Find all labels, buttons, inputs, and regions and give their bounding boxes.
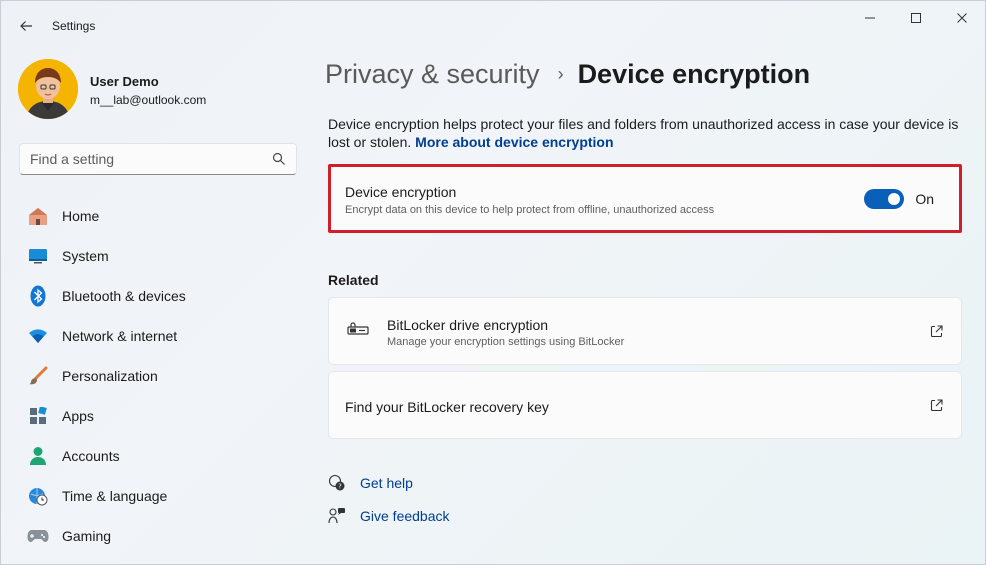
get-help-link[interactable]: ? Get help (328, 474, 413, 492)
device-encryption-card: Device encryption Encrypt data on this d… (328, 164, 962, 233)
account-icon (27, 445, 49, 467)
settings-window: Settings User Demo m__lab@outlook.com Fi… (0, 0, 986, 565)
card-subtitle: Encrypt data on this device to help prot… (345, 204, 715, 216)
sidebar-item-apps[interactable]: Apps (19, 396, 297, 436)
open-external-icon (930, 325, 943, 338)
bitlocker-card[interactable]: BitLocker drive encryption Manage your e… (328, 297, 962, 365)
app-title: Settings (52, 19, 96, 33)
toggle-knob (888, 193, 900, 205)
related-heading: Related (328, 272, 379, 288)
open-external-icon (930, 399, 943, 412)
sidebar-item-home[interactable]: Home (19, 196, 297, 236)
apps-icon (27, 405, 49, 427)
avatar-image-icon (18, 59, 78, 119)
title-bar: Settings (1, 1, 985, 49)
give-feedback-link[interactable]: Give feedback (328, 507, 450, 525)
sidebar-item-personalization[interactable]: Personalization (19, 356, 297, 396)
sidebar-item-time-language[interactable]: Time & language (19, 476, 297, 516)
home-icon (27, 205, 49, 227)
more-about-link[interactable]: More about device encryption (415, 134, 613, 150)
system-icon (27, 245, 49, 267)
sidebar-item-gaming[interactable]: Gaming (19, 516, 297, 556)
sidebar-item-label: System (62, 248, 109, 264)
sidebar-item-label: Accounts (62, 448, 120, 464)
minimize-icon (865, 17, 875, 19)
bitlocker-title: BitLocker drive encryption (387, 317, 549, 333)
device-encryption-toggle[interactable] (864, 189, 904, 209)
search-box (19, 143, 297, 175)
sidebar-item-label: Network & internet (62, 328, 178, 344)
user-name: User Demo (90, 74, 159, 89)
sidebar-nav: Home System Bluetooth & devices Network … (19, 196, 297, 556)
back-button[interactable] (11, 14, 41, 38)
search-input[interactable] (20, 144, 260, 174)
bitlocker-subtitle: Manage your encryption settings using Bi… (387, 336, 625, 348)
bluetooth-icon (27, 285, 49, 307)
toggle-state-label: On (915, 191, 934, 207)
user-profile[interactable]: User Demo m__lab@outlook.com (18, 59, 206, 119)
gamepad-icon (27, 525, 49, 547)
maximize-icon (911, 13, 921, 23)
sidebar-item-network[interactable]: Network & internet (19, 316, 297, 356)
sidebar-item-system[interactable]: System (19, 236, 297, 276)
chevron-right-icon: › (557, 64, 564, 84)
breadcrumb-parent-link[interactable]: Privacy & security (325, 59, 540, 90)
close-icon (957, 13, 967, 23)
recovery-key-title: Find your BitLocker recovery key (345, 399, 549, 415)
sidebar-item-bluetooth[interactable]: Bluetooth & devices (19, 276, 297, 316)
user-email: m__lab@outlook.com (90, 93, 207, 107)
recovery-key-card[interactable]: Find your BitLocker recovery key (328, 371, 962, 439)
svg-text:?: ? (338, 483, 342, 491)
bitlocker-key-icon (347, 322, 369, 335)
sidebar-item-label: Home (62, 208, 100, 224)
sidebar-item-label: Time & language (62, 488, 168, 504)
avatar (18, 59, 78, 119)
feedback-icon (328, 508, 345, 524)
give-feedback-label: Give feedback (360, 508, 450, 524)
sidebar-item-label: Bluetooth & devices (62, 288, 186, 304)
sidebar-item-label: Personalization (62, 368, 158, 384)
card-title: Device encryption (345, 184, 457, 200)
clock-globe-icon (27, 485, 49, 507)
window-controls (847, 1, 985, 35)
sidebar-item-label: Apps (62, 408, 94, 424)
minimize-button[interactable] (847, 1, 893, 35)
get-help-label: Get help (360, 475, 413, 491)
help-chat-icon: ? (328, 474, 345, 491)
maximize-button[interactable] (893, 1, 939, 35)
breadcrumb: Privacy & security › Device encryption (325, 59, 810, 90)
brush-icon (27, 365, 49, 387)
page-title: Device encryption (577, 59, 811, 89)
search-icon[interactable] (272, 152, 286, 166)
wifi-icon (27, 325, 49, 347)
page-description: Device encryption helps protect your fil… (328, 115, 968, 151)
sidebar-item-accounts[interactable]: Accounts (19, 436, 297, 476)
sidebar-item-label: Gaming (62, 528, 112, 544)
arrow-left-icon (20, 21, 32, 31)
close-button[interactable] (939, 1, 985, 35)
